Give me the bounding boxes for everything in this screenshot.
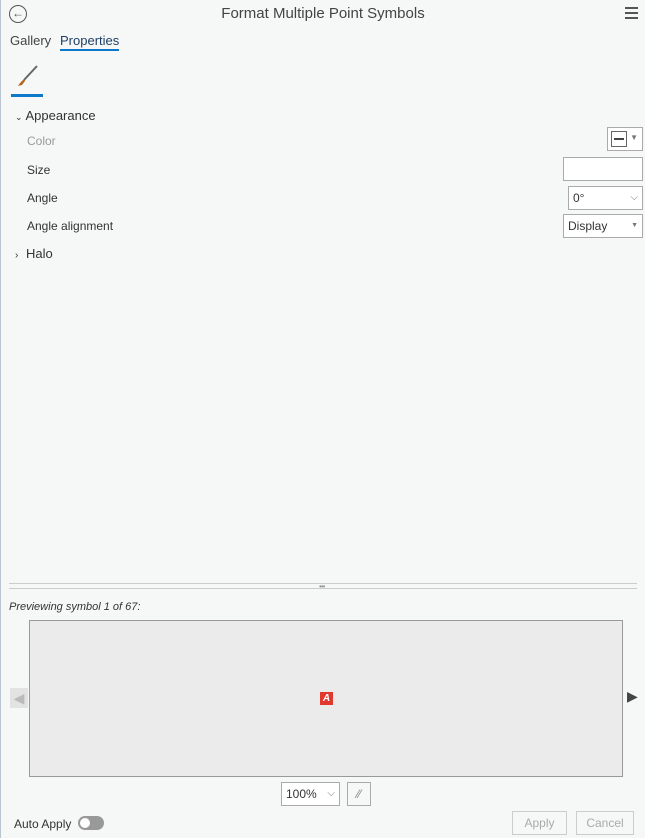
halo-expander[interactable]: › Halo (15, 246, 53, 261)
menu-icon[interactable] (625, 7, 638, 22)
alignment-value: Display (568, 219, 608, 233)
zoom-select[interactable]: 100% ⌵ (281, 782, 340, 806)
appearance-title: Appearance (25, 108, 96, 123)
auto-apply-label: Auto Apply (14, 817, 72, 831)
brush-tab-indicator (11, 94, 43, 97)
next-symbol-button[interactable]: ▶ (627, 688, 638, 705)
angle-alignment-label: Angle alignment (27, 219, 114, 233)
chevron-down-icon: ⌄ (15, 112, 23, 122)
color-label: Color (27, 134, 56, 148)
size-label: Size (27, 163, 51, 177)
dropdown-arrow-icon: ▼ (631, 222, 638, 229)
chevron-down-icon: ⌵ (327, 788, 335, 799)
appearance-expander[interactable]: ⌄ Appearance (15, 108, 96, 123)
symbol-preview: A (29, 620, 623, 777)
size-input[interactable] (563, 157, 643, 181)
color-picker[interactable]: ▼ (607, 127, 643, 151)
apply-button[interactable]: Apply (512, 811, 567, 835)
reset-view-button[interactable]: ⁄⁄ (347, 782, 371, 806)
zoom-value: 100% (286, 787, 317, 801)
point-symbol-icon: A (320, 692, 333, 705)
chevron-down-icon: ⌵ (630, 192, 638, 203)
angle-select[interactable]: 0° ⌵ (568, 186, 643, 210)
splitter-line (9, 588, 637, 589)
halo-title: Halo (25, 246, 53, 261)
cancel-button[interactable]: Cancel (576, 811, 634, 835)
angle-alignment-select[interactable]: Display ▼ (563, 214, 643, 238)
angle-label: Angle (27, 191, 58, 205)
tab-gallery[interactable]: Gallery (10, 33, 51, 48)
chevron-right-icon: › (15, 250, 19, 261)
brush-icon[interactable] (15, 64, 39, 88)
angle-value: 0° (573, 191, 585, 205)
splitter-grip[interactable]: ••• (319, 582, 325, 591)
tab-properties[interactable]: Properties (60, 33, 120, 51)
preview-caption: Previewing symbol 1 of 67: (9, 601, 141, 613)
dropdown-arrow-icon: ▼ (630, 133, 638, 142)
auto-apply-toggle[interactable] (78, 816, 104, 830)
pane-title: Format Multiple Point Symbols (221, 5, 425, 22)
diagonal-lines-icon: ⁄⁄ (356, 787, 361, 801)
previous-symbol-button[interactable]: ◀ (10, 688, 28, 708)
